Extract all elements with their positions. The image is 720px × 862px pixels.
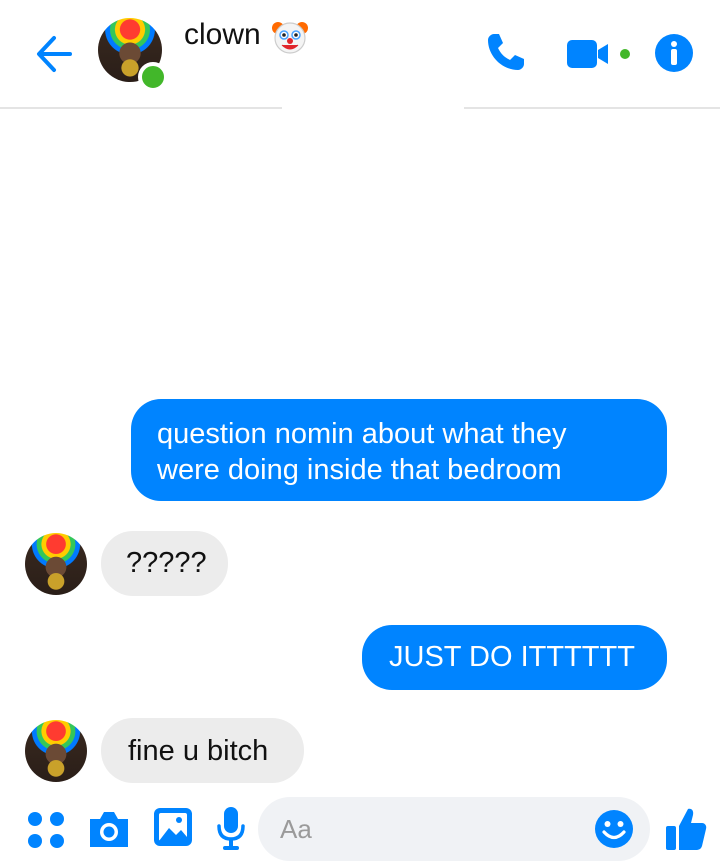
outgoing-message[interactable]: JUST DO ITTTTTT <box>362 625 667 690</box>
four-dots-icon[interactable] <box>26 810 66 850</box>
sender-avatar[interactable] <box>25 720 87 782</box>
incoming-message[interactable]: ????? <box>101 531 228 596</box>
outgoing-message[interactable]: question nomin about what they were doin… <box>131 399 667 501</box>
header-divider <box>464 107 720 109</box>
arrow-left-icon[interactable] <box>32 32 76 76</box>
message-input-placeholder: Aa <box>280 814 312 844</box>
camera-icon[interactable] <box>86 807 132 851</box>
phone-icon[interactable] <box>484 30 528 74</box>
chat-header: clown <box>0 0 720 108</box>
incoming-message[interactable]: fine u bitch <box>101 718 304 783</box>
clown-face-icon <box>272 22 308 54</box>
info-icon[interactable] <box>654 33 694 73</box>
image-icon[interactable] <box>152 806 194 848</box>
thumbs-up-icon[interactable] <box>664 806 708 852</box>
conversation-title[interactable]: clown <box>184 18 261 52</box>
message-input[interactable]: Aa <box>258 797 650 861</box>
message-line: question nomin about what they <box>157 418 567 450</box>
microphone-icon[interactable] <box>214 805 248 851</box>
video-camera-icon[interactable] <box>566 36 638 72</box>
smiley-icon[interactable] <box>594 809 634 849</box>
sender-avatar[interactable] <box>25 533 87 595</box>
message-line: were doing inside that bedroom <box>157 454 562 486</box>
online-status-dot <box>138 62 168 92</box>
header-divider <box>0 107 282 109</box>
